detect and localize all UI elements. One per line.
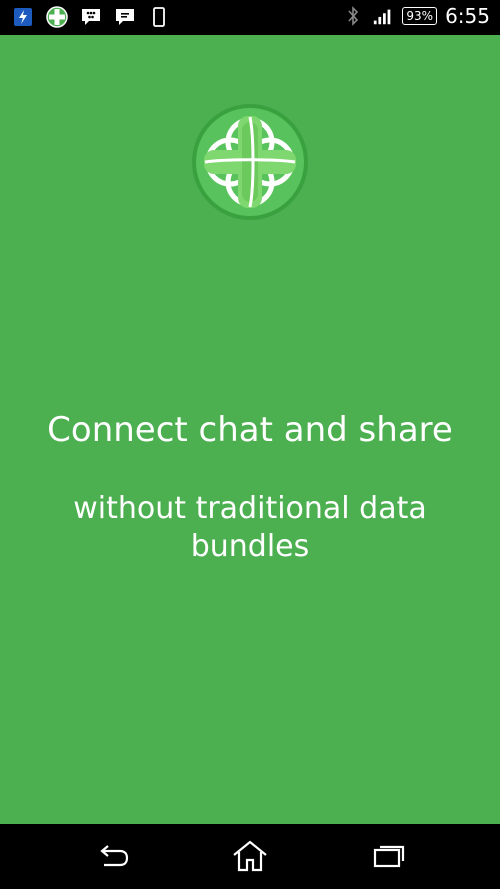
home-icon [233,840,267,872]
app-logo [190,102,310,222]
phone-icon [148,6,170,28]
home-button[interactable] [230,838,270,874]
app-logo-icon [192,104,308,220]
recents-button[interactable] [368,838,408,874]
headline-text: Connect chat and share [47,410,453,450]
chat-icon [114,6,136,28]
bluetooth-icon [342,5,364,27]
status-bar: 93% 6:55 [0,0,500,35]
clock: 6:55 [445,4,490,28]
back-icon [100,845,129,867]
splash-screen: Connect chat and share without tradition… [0,35,500,824]
navigation-bar [0,824,500,889]
system-icons: 93% 6:55 [342,4,490,28]
battery-indicator: 93% [402,7,438,25]
recents-icon [373,845,405,868]
notification-icons [12,6,170,28]
flash-icon [12,6,34,28]
bbm-icon [80,6,102,28]
back-button[interactable] [92,838,132,874]
subline-text: without traditional data bundles [73,491,427,564]
app-logo-icon [46,6,68,28]
signal-icon [372,5,394,27]
